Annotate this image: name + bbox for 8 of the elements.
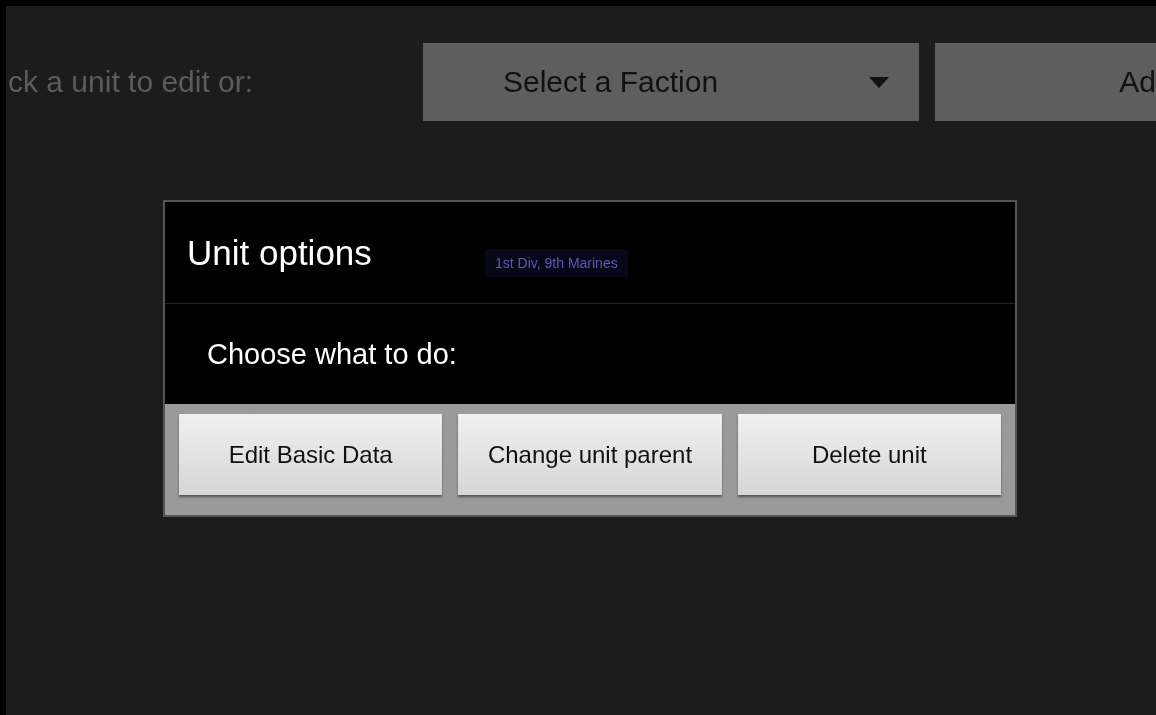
unit-label: 1st Div, 9th Marines [485,249,628,277]
dialog-button[interactable]: Delete unit [737,414,1001,495]
dialog-button[interactable]: Change unit parent [458,414,722,495]
instruction-label: ck a unit to edit or: [7,65,255,99]
dialog-title: Unit options [187,232,372,273]
dialog-message: Choose what to do: [207,337,457,371]
dialog-button[interactable]: Edit Basic Data [179,414,443,495]
caret-icon [869,76,889,88]
